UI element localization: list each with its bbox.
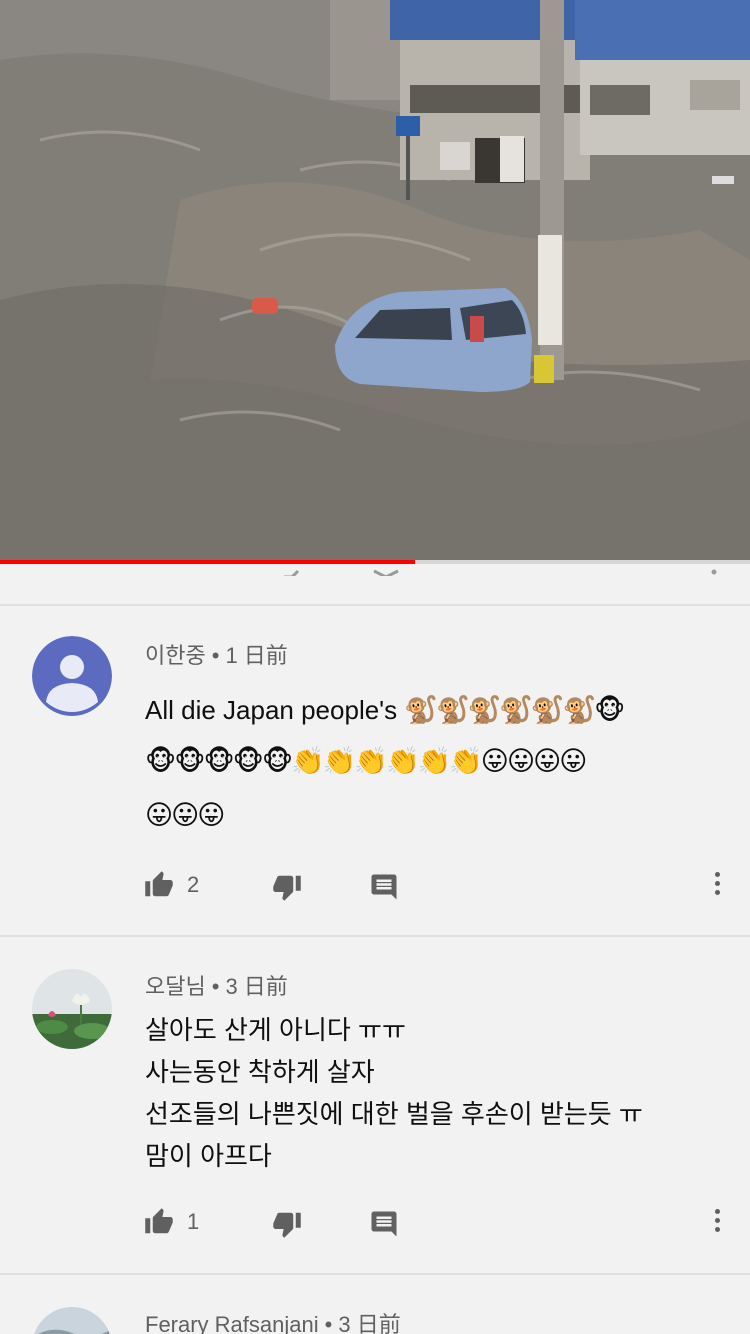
emoji-run: 😛😛😛 [145, 800, 225, 830]
more-vertical-icon [710, 566, 718, 576]
reply-button[interactable] [369, 1209, 399, 1239]
avatar[interactable] [32, 1307, 112, 1334]
reply-button[interactable] [369, 872, 399, 902]
landscape-photo-avatar [32, 1307, 112, 1334]
comment-text-line: All die Japan people's [145, 695, 398, 725]
comment-actions: 2 [143, 870, 733, 904]
comment-meta: Ferary Rafsanjani • 3 日前 [145, 1307, 401, 1334]
video-frame-flood-scene [0, 0, 750, 560]
more-options-button[interactable] [715, 1209, 721, 1236]
comment-item: 이한중 • 1 日前 All die Japan people's 🐒🐒🐒🐒🐒🐒🐵 … [0, 606, 750, 936]
comment-author[interactable]: Ferary Rafsanjani [145, 1312, 319, 1334]
like-count: 2 [187, 872, 200, 897]
video-progress-played [0, 560, 415, 564]
more-vertical-icon [715, 1209, 720, 1214]
reply-comment-icon [371, 874, 397, 900]
comment-text: 살아도 산게 아니다 ㅠㅠ 사는동안 착하게 살자 선조들의 나쁜짓에 대한 벌… [145, 1009, 730, 1177]
dislike-button[interactable] [271, 1209, 303, 1239]
comment-meta: 이한중 • 1 日前 [145, 643, 288, 668]
comment-actions: 1 [143, 1207, 733, 1241]
dislike-button[interactable] [271, 872, 303, 902]
share-icon [372, 566, 400, 576]
lotus-photo-avatar [32, 969, 112, 1049]
like-count: 1 [187, 1209, 200, 1234]
thumbs-up-icon [145, 871, 173, 897]
video-progress-bar[interactable] [0, 560, 750, 564]
comment-time: 1 日前 [225, 643, 288, 668]
comment-author[interactable]: 이한중 [145, 643, 206, 668]
comment-text-line: 살아도 산게 아니다 ㅠㅠ [145, 1015, 406, 1045]
default-person-avatar-icon [32, 636, 112, 716]
like-button[interactable]: 1 [143, 1207, 199, 1237]
more-dot [715, 890, 720, 895]
more-dot [715, 1218, 720, 1223]
comment-text-line: 사는동안 착하게 살자 [145, 1057, 375, 1087]
comment-text-line: 맘이 아프다 [145, 1141, 272, 1171]
comment-time: 3 日前 [225, 974, 288, 999]
comment-item: 오달님 • 3 日前 살아도 산게 아니다 ㅠㅠ 사는동안 착하게 살자 선조들의 … [0, 937, 750, 1273]
emoji-run: 🐵🐵🐵🐵🐵👏👏👏👏👏👏😛😛😛😛 [145, 746, 587, 776]
thumbs-down-icon [273, 875, 301, 901]
like-button[interactable]: 2 [143, 870, 199, 900]
more-dot [715, 881, 720, 886]
avatar[interactable] [32, 636, 112, 716]
comment-meta: 오달님 • 3 日前 [145, 974, 288, 999]
comment-author[interactable]: 오달님 [145, 974, 206, 999]
thumbs-down-icon [273, 1212, 301, 1238]
more-vertical-icon [715, 872, 720, 877]
video-player[interactable] [0, 0, 750, 560]
more-options-button[interactable] [715, 872, 721, 899]
comment-text: All die Japan people's 🐒🐒🐒🐒🐒🐒🐵 🐵🐵🐵🐵🐵👏👏👏👏… [145, 686, 730, 842]
reply-comment-icon [371, 1211, 397, 1237]
thumbs-down-icon [282, 566, 302, 576]
comment-time: 3 日前 [338, 1312, 401, 1334]
emoji-run: 🐒🐒🐒🐒🐒🐒🐵 [404, 695, 625, 725]
comment-item: Ferary Rafsanjani • 3 日前 [0, 1275, 750, 1334]
comment-text-line: 선조들의 나쁜짓에 대한 벌을 후손이 받는듯 ㅠ [145, 1099, 643, 1129]
more-dot [715, 1227, 720, 1232]
comment-line: All die Japan people's 🐒🐒🐒🐒🐒🐒🐵 [145, 686, 730, 734]
avatar[interactable] [32, 969, 112, 1049]
thumbs-up-icon [145, 1208, 173, 1234]
